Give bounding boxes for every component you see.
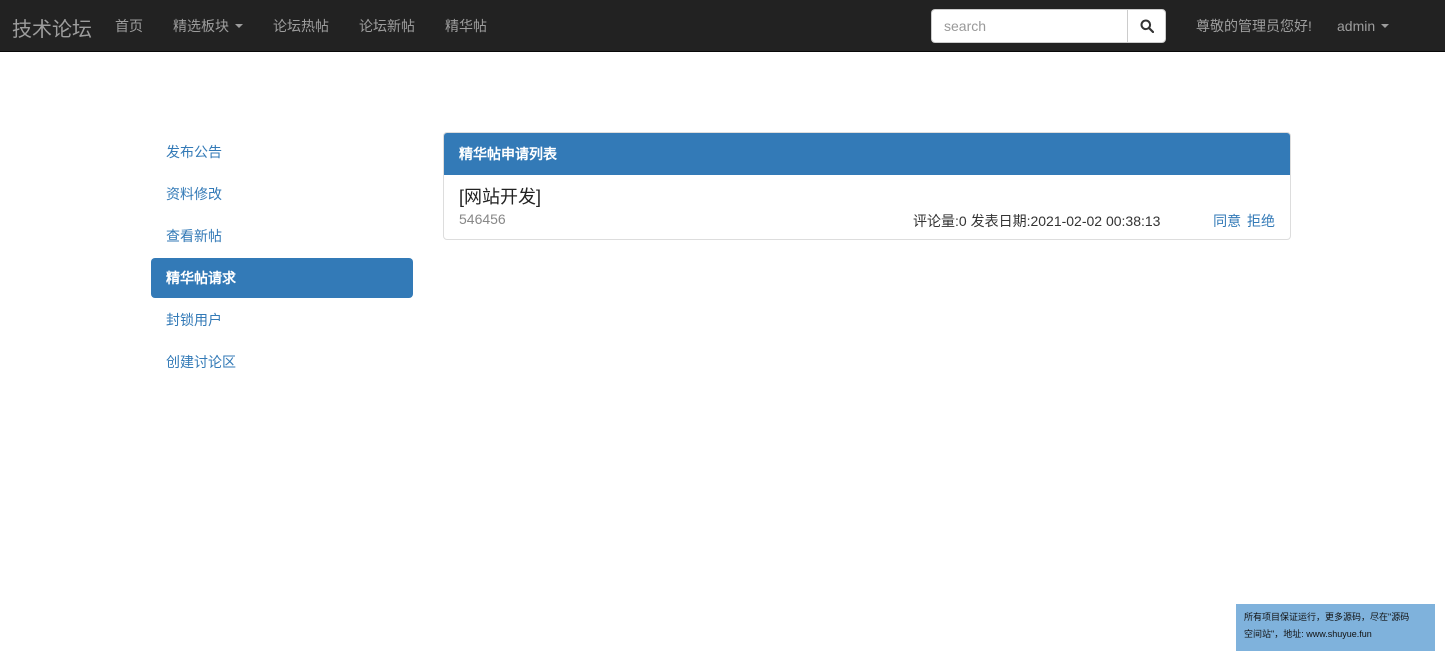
- sidebar-item-ban-user[interactable]: 封锁用户: [151, 300, 413, 340]
- nav-item-label: 论坛热帖: [273, 18, 329, 34]
- user-dropdown[interactable]: admin: [1337, 0, 1390, 52]
- post-title-link[interactable]: [网站开发]: [459, 183, 541, 209]
- nav-item-hot-posts[interactable]: 论坛热帖: [258, 0, 344, 52]
- panel-heading: 精华帖申请列表: [444, 133, 1290, 175]
- caret-down-icon: [1381, 24, 1390, 28]
- nav-item-label: 精华帖: [445, 18, 487, 34]
- admin-greeting: 尊敬的管理员您好!: [1196, 18, 1312, 34]
- search-icon: [1140, 19, 1154, 33]
- main-nav: 首页 精选板块 论坛热帖 论坛新帖 精华帖: [100, 0, 502, 52]
- nav-item-home[interactable]: 首页: [100, 0, 158, 52]
- search-button[interactable]: [1127, 9, 1166, 43]
- reject-link[interactable]: 拒绝: [1247, 213, 1275, 229]
- post-meta: 评论量:0 发表日期:2021-02-02 00:38:13: [913, 213, 1161, 229]
- nav-item-label: 精选板块: [173, 18, 229, 34]
- top-navbar: 技术论坛 首页 精选板块 论坛热帖 论坛新帖 精华帖 尊敬的管理员您好! adm…: [0, 0, 1445, 52]
- nav-item-essence-posts[interactable]: 精华帖: [430, 0, 502, 52]
- list-item: [网站开发] 546456 评论量:0 发表日期:2021-02-02 00:3…: [444, 175, 1290, 239]
- sidebar-item-edit-profile[interactable]: 资料修改: [151, 174, 413, 214]
- search-input[interactable]: [931, 9, 1127, 43]
- post-actions: 同意 拒绝: [1211, 211, 1275, 231]
- watermark-notice: 所有项目保证运行，更多源码，尽在"源码 空间站"，地址: www.shuyue.…: [1236, 604, 1435, 651]
- brand-logo[interactable]: 技术论坛: [12, 13, 92, 42]
- nav-item-label: 首页: [115, 18, 143, 34]
- watermark-line: 空间站"，地址: www.shuyue.fun: [1244, 629, 1372, 639]
- caret-down-icon: [235, 24, 243, 28]
- search-form: [931, 9, 1166, 43]
- admin-sidebar: 发布公告 资料修改 查看新帖 精华帖请求 封锁用户 创建讨论区: [151, 132, 413, 384]
- nav-item-featured-boards[interactable]: 精选板块: [158, 0, 258, 52]
- sidebar-item-essence-requests[interactable]: 精华帖请求: [151, 258, 413, 298]
- nav-item-new-posts[interactable]: 论坛新帖: [344, 0, 430, 52]
- sidebar-item-view-new-posts[interactable]: 查看新帖: [151, 216, 413, 256]
- username: admin: [1337, 18, 1376, 34]
- essence-request-panel: 精华帖申请列表 [网站开发] 546456 评论量:0 发表日期:2021-02…: [443, 132, 1291, 240]
- nav-item-label: 论坛新帖: [359, 18, 415, 34]
- post-author: 546456: [459, 211, 506, 227]
- watermark-line: 所有项目保证运行，更多源码，尽在"源码: [1244, 612, 1410, 622]
- approve-link[interactable]: 同意: [1213, 213, 1241, 229]
- sidebar-item-publish-notice[interactable]: 发布公告: [151, 132, 413, 172]
- sidebar-item-create-forum[interactable]: 创建讨论区: [151, 342, 413, 382]
